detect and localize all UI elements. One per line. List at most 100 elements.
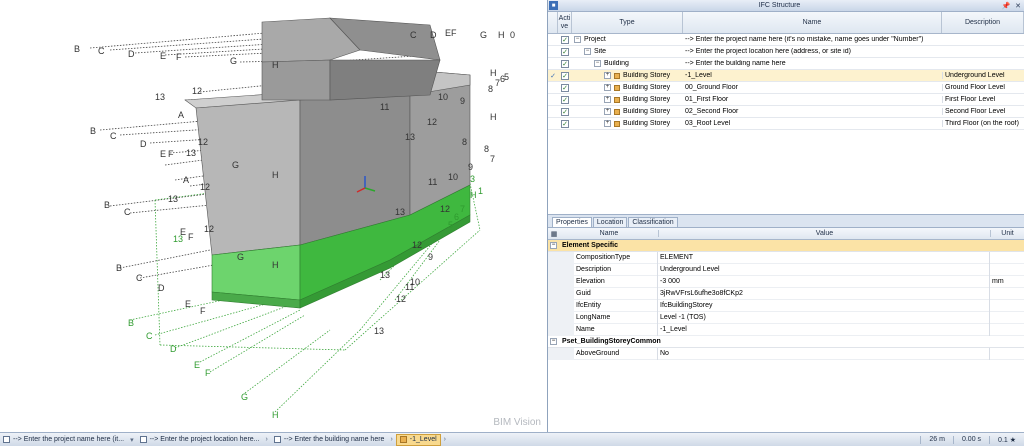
collapse-icon[interactable]: − [574, 36, 581, 43]
svg-text:E: E [194, 360, 200, 370]
panel-menu-icon[interactable]: ■ [549, 1, 558, 10]
property-row[interactable]: Name -1_Level [548, 323, 1024, 336]
scale-readout[interactable]: 0.1 ★ [989, 435, 1024, 444]
svg-text:D: D [430, 30, 437, 40]
ifc-table-header: Acti ve Type Name Description [548, 12, 1024, 34]
svg-text:D: D [140, 139, 147, 149]
group-element-specific[interactable]: − Element Specific [548, 240, 1024, 252]
collapse-icon[interactable]: − [550, 242, 557, 249]
svg-text:B: B [74, 44, 80, 54]
expand-icon[interactable]: + [604, 120, 611, 127]
expand-icon[interactable]: + [604, 96, 611, 103]
time-readout: 0.00 s [952, 435, 989, 444]
svg-text:13: 13 [380, 270, 390, 280]
svg-text:H: H [272, 170, 279, 180]
property-row[interactable]: CompositionType ELEMENT [548, 251, 1024, 264]
active-checkbox[interactable]: ✓ [561, 47, 569, 56]
tree-row-project[interactable]: ✓ − Project --> Enter the project name he… [548, 34, 1024, 46]
tree-row-storey[interactable]: ✓ + Building Storey 02_Second Floor Secon… [548, 106, 1024, 118]
header-prop-unit[interactable]: Unit [990, 230, 1024, 237]
svg-text:12: 12 [440, 204, 450, 214]
svg-text:C: C [410, 30, 417, 40]
header-description[interactable]: Description [942, 12, 1024, 33]
tree-row-building[interactable]: ✓ − Building --> Enter the building name … [548, 58, 1024, 70]
row-name: 03_Roof Level [685, 120, 731, 127]
active-checkbox[interactable]: ✓ [561, 119, 569, 128]
chevron-down-icon[interactable]: ▾ [130, 436, 134, 444]
expand-icon[interactable]: + [604, 108, 611, 115]
svg-text:12: 12 [192, 86, 202, 96]
property-row[interactable]: Elevation -3 000 mm [548, 275, 1024, 288]
svg-text:G: G [230, 56, 237, 66]
pin-icon[interactable]: 📌 [1000, 0, 1012, 11]
svg-text:10: 10 [438, 92, 448, 102]
property-row[interactable]: Guid 3jRwVFrsL6ufhe3o8fCKp2 [548, 287, 1024, 300]
header-type[interactable]: Type [572, 12, 683, 33]
chevron-right-icon[interactable]: › [390, 436, 392, 443]
bim-vision-window: BCD EFG HGH0 D C EF 13 12 A BCD E F 12 13 G H A1… [0, 0, 1024, 446]
svg-text:13: 13 [168, 194, 178, 204]
tree-row-storey-selected[interactable]: ✓ ✓ + Building Storey -1_Level Undergroun… [548, 70, 1024, 82]
panel-title: IFC Structure [758, 2, 801, 9]
collapse-icon[interactable]: − [550, 338, 557, 345]
chevron-right-icon[interactable]: › [444, 436, 446, 443]
header-prop-value[interactable]: Value [658, 230, 990, 237]
active-checkbox[interactable]: ✓ [561, 95, 569, 104]
tab-properties[interactable]: Properties [552, 217, 592, 227]
group-title: Pset_BuildingStoreyCommon [562, 338, 661, 345]
property-row[interactable]: AboveGround No [548, 347, 1024, 360]
svg-text:F: F [200, 306, 206, 316]
svg-text:H: H [490, 112, 497, 122]
chevron-right-icon[interactable]: › [266, 436, 268, 443]
breadcrumb-building[interactable]: --> Enter the building name here [271, 436, 388, 443]
active-checkbox[interactable]: ✓ [561, 71, 569, 80]
collapse-icon[interactable]: − [584, 48, 591, 55]
storey-icon [399, 436, 407, 443]
distance-readout: 26 m [920, 435, 953, 444]
header-prop-name[interactable]: Name [560, 230, 658, 237]
tab-location[interactable]: Location [592, 217, 628, 227]
property-row[interactable]: IfcEntity IfcBuildingStorey [548, 299, 1024, 312]
row-name: --> Enter the project location here (add… [685, 48, 851, 55]
svg-text:1: 1 [478, 186, 483, 196]
expand-icon[interactable]: + [604, 84, 611, 91]
row-type: Project [584, 36, 606, 43]
svg-text:13: 13 [173, 234, 183, 244]
svg-text:F: F [188, 232, 194, 242]
property-row[interactable]: Description Underground Level [548, 263, 1024, 276]
tree-row-storey[interactable]: ✓ + Building Storey 00_Ground Floor Groun… [548, 82, 1024, 94]
header-name[interactable]: Name [683, 12, 942, 33]
ifc-tree: ✓ − Project --> Enter the project name he… [548, 34, 1024, 130]
storey-icon [614, 96, 620, 103]
svg-text:C: C [98, 46, 105, 56]
tree-row-storey[interactable]: ✓ + Building Storey 01_First Floor First … [548, 94, 1024, 106]
building-icon [273, 436, 281, 443]
active-checkbox[interactable]: ✓ [561, 35, 569, 44]
collapse-icon[interactable]: − [594, 60, 601, 67]
breadcrumb-project[interactable]: --> Enter the project name here (it... [0, 436, 127, 443]
group-title: Element Specific [562, 242, 619, 249]
close-icon[interactable]: ✕ [1012, 0, 1024, 11]
svg-text:12: 12 [412, 240, 422, 250]
breadcrumb-site[interactable]: --> Enter the project location here... [137, 436, 263, 443]
property-row[interactable]: LongName Level -1 (TOS) [548, 311, 1024, 324]
svg-text:12: 12 [396, 294, 406, 304]
active-checkbox[interactable]: ✓ [561, 107, 569, 116]
ifc-structure-panel: ■ IFC Structure 📌 ✕ Acti ve Type Name De… [548, 0, 1024, 214]
tree-row-site[interactable]: ✓ − Site --> Enter the project location h… [548, 46, 1024, 58]
svg-text:H: H [470, 190, 477, 200]
active-checkbox[interactable]: ✓ [561, 83, 569, 92]
svg-text:B: B [128, 318, 134, 328]
tree-row-storey[interactable]: ✓ + Building Storey 03_Roof Level Third F… [548, 118, 1024, 130]
3d-viewport[interactable]: BCD EFG HGH0 D C EF 13 12 A BCD E F 12 13 G H A1… [0, 0, 547, 432]
group-pset-building-storey-common[interactable]: − Pset_BuildingStoreyCommon [548, 336, 1024, 348]
svg-text:B: B [116, 263, 122, 273]
active-checkbox[interactable]: ✓ [561, 59, 569, 68]
tab-classification[interactable]: Classification [628, 217, 678, 227]
svg-text:F: F [205, 368, 211, 378]
breadcrumb-storey[interactable]: -1_Level [395, 433, 441, 446]
header-active[interactable]: Acti ve [558, 12, 572, 33]
expand-icon[interactable]: + [604, 72, 611, 79]
svg-text:H: H [498, 30, 505, 40]
building-model: BCD EFG HG H 0 DC EF 1312A B CD E F12 13GH A1… [74, 17, 515, 420]
